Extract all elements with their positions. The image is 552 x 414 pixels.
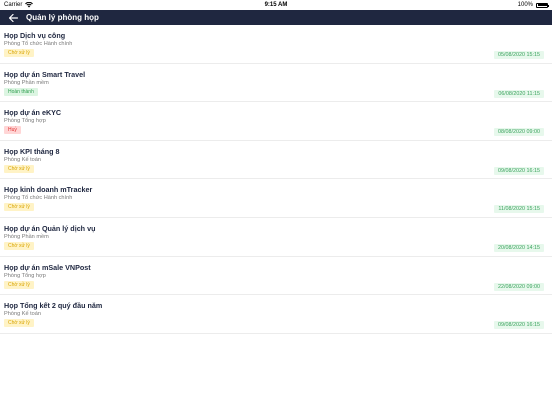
- meeting-date: 11/08/2020 15:15: [494, 205, 544, 214]
- meeting-name: Họp Dịch vụ công: [4, 31, 66, 40]
- status-right: 100%: [517, 0, 549, 10]
- status-bar: Carrier 9:15 AM 100%: [0, 0, 552, 10]
- status-badge: Chờ xử lý: [4, 49, 34, 57]
- meeting-date: 09/08/2020 16:15: [494, 166, 544, 175]
- meeting-name: Họp Tổng kết 2 quý đầu năm: [4, 301, 103, 311]
- status-badge: Chờ xử lý: [4, 319, 34, 328]
- battery-icon: [536, 2, 549, 8]
- arrow-left-icon: [8, 13, 18, 22]
- meeting-department: Phòng Tổ chức Hành chính: [4, 195, 73, 202]
- meeting-date: 05/08/2020 15:15: [494, 51, 544, 59]
- meeting-name: Họp KPI tháng 8: [4, 146, 60, 156]
- meeting-item[interactable]: Họp dự án Quản lý dịch vụ Phòng Phần mềm…: [0, 218, 552, 257]
- meeting-date: 08/08/2020 09:00: [494, 128, 544, 137]
- meeting-name: Họp dự án mSale VNPost: [4, 262, 91, 272]
- page-title: Quản lý phòng họp: [26, 13, 99, 22]
- meeting-department: Phòng Kế toán: [4, 156, 42, 163]
- meeting-item[interactable]: Họp KPI tháng 8 Phòng Kế toán Chờ xử lý …: [0, 141, 552, 180]
- meeting-item[interactable]: Họp dự án eKYC Phòng Tổng hợp Huỷ 08/08/…: [0, 102, 552, 141]
- meeting-date: 09/08/2020 16:15: [494, 321, 544, 330]
- meeting-item[interactable]: Họp Dịch vụ công Phòng Tổ chức Hành chín…: [0, 25, 552, 64]
- battery-percent: 100%: [517, 2, 533, 8]
- meeting-item[interactable]: Họp kinh doanh mTracker Phòng Tổ chức Hà…: [0, 179, 552, 218]
- meeting-department: Phòng Tổ chức Hành chính: [4, 41, 73, 47]
- status-badge: Chờ xử lý: [4, 241, 34, 250]
- meeting-item[interactable]: Họp dự án Smart Travel Phòng Phần mềm Ho…: [0, 64, 552, 103]
- meeting-item[interactable]: Họp dự án mSale VNPost Phòng Tổng hợp Ch…: [0, 257, 552, 296]
- back-button[interactable]: [6, 11, 20, 24]
- meeting-name: Họp dự án Quản lý dịch vụ: [4, 223, 96, 233]
- meeting-date: 20/08/2020 14:15: [494, 243, 544, 252]
- meeting-list: Họp Dịch vụ công Phòng Tổ chức Hành chín…: [0, 25, 552, 334]
- meeting-department: Phòng Phần mềm: [4, 233, 49, 240]
- meeting-name: Họp dự án eKYC: [4, 108, 62, 118]
- status-badge: Chờ xử lý: [4, 164, 34, 173]
- meeting-department: Phòng Phần mềm: [4, 79, 49, 86]
- navigation-bar: Quản lý phòng họp: [0, 10, 552, 25]
- meeting-name: Họp kinh doanh mTracker: [4, 185, 93, 195]
- meeting-date: 06/08/2020 11:15: [494, 89, 544, 98]
- status-badge: Huỷ: [4, 126, 21, 135]
- status-badge: Chờ xử lý: [4, 280, 34, 289]
- status-badge: Hoàn thành: [4, 87, 38, 96]
- meeting-department: Phòng Kế toán: [4, 311, 42, 318]
- meeting-department: Phòng Tổng hợp: [4, 272, 46, 279]
- status-time: 9:15 AM: [264, 2, 288, 8]
- status-badge: Chờ xử lý: [4, 203, 34, 212]
- meeting-name: Họp dự án Smart Travel: [4, 69, 86, 79]
- meeting-item[interactable]: Họp Tổng kết 2 quý đầu năm Phòng Kế toán…: [0, 295, 552, 334]
- meeting-department: Phòng Tổng hợp: [4, 118, 46, 125]
- meeting-date: 22/08/2020 09:00: [494, 282, 544, 291]
